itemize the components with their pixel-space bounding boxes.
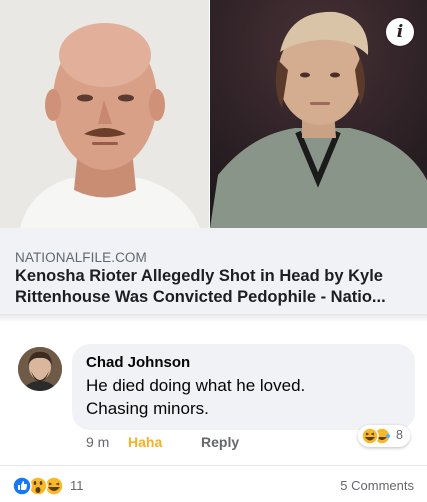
comments-count-link[interactable]: 5 Comments	[340, 478, 414, 493]
comment-author[interactable]: Chad Johnson	[86, 354, 190, 371]
info-icon[interactable]: i	[386, 18, 414, 46]
avatar[interactable]	[18, 347, 62, 391]
image-divider	[209, 0, 210, 228]
haha-reaction-button[interactable]: Haha	[128, 434, 162, 450]
footer-divider	[0, 465, 427, 466]
post-reaction-count[interactable]: 11	[70, 478, 84, 493]
comment-reactions[interactable]: 8	[358, 425, 410, 447]
comment-text-line2: Chasing minors.	[86, 399, 209, 418]
comment-timestamp[interactable]: 9 m	[86, 434, 109, 450]
preview-domain: NATIONALFILE.COM	[15, 250, 147, 265]
preview-title-line2: Rittenhouse Was Convicted Pedophile - Na…	[15, 288, 386, 306]
comment-text: He died doing what he loved. Chasing min…	[86, 374, 305, 420]
preview-bottom-shadow	[0, 314, 427, 322]
preview-title-line1: Kenosha Rioter Allegedly Shot in Head by…	[15, 267, 383, 285]
mugshot-photo	[0, 0, 209, 228]
post-reaction-icons[interactable]	[12, 475, 66, 497]
like-icon	[12, 476, 32, 496]
reply-button[interactable]: Reply	[201, 434, 239, 450]
comment-reaction-count: 8	[396, 428, 403, 442]
comment-bubble[interactable]: Chad Johnson He died doing what he loved…	[72, 344, 415, 430]
link-preview-meta[interactable]: NATIONALFILE.COM Kenosha Rioter Allegedl…	[0, 228, 427, 314]
haha-icon	[361, 427, 379, 445]
link-preview-image[interactable]: i	[0, 0, 427, 228]
comment-text-line1: He died doing what he loved.	[86, 376, 306, 395]
preview-title[interactable]: Kenosha Rioter Allegedly Shot in Head by…	[15, 266, 420, 308]
